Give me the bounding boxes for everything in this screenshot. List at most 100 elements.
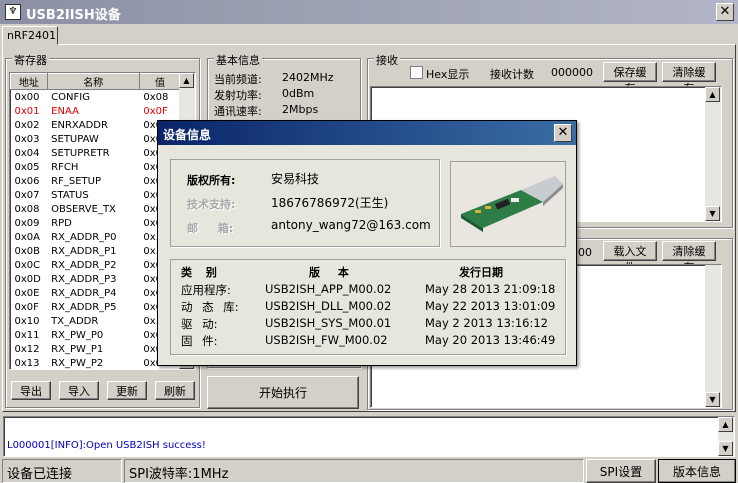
dialog-close-button[interactable]: ✕ (554, 124, 572, 142)
register-name-cell: SETUPRETR (51, 147, 110, 159)
register-value-cell: 0x08 (143, 91, 169, 103)
device-info-dialog[interactable]: 设备信息 ✕ 版权所有: 安易科技 技术支持: 18676786972(王生) … (157, 120, 577, 366)
scroll-down-arrow-icon[interactable]: ▼ (705, 206, 720, 221)
receive-group-label: 接收 (374, 52, 400, 68)
register-address-cell: 0x02 (14, 119, 40, 131)
import-button[interactable]: 导入 (59, 381, 99, 400)
rf-device-icon: ♆ (5, 4, 21, 20)
spi-settings-button[interactable]: SPI设置 (586, 459, 656, 483)
register-name-cell: ENRXADDR (51, 119, 108, 131)
register-address-cell: 0x0C (14, 259, 41, 271)
register-name-cell: RX_PW_P1 (51, 343, 104, 355)
register-name-cell: OBSERVE_TX (51, 203, 116, 215)
register-address-cell: 0x11 (14, 329, 40, 341)
column-header-name[interactable]: 名称 (46, 73, 140, 90)
table-row[interactable]: 0x13 RX_PW_P2 0x00 (11, 356, 181, 369)
send-scrollbar[interactable]: ▼ (705, 265, 721, 407)
start-execute-button[interactable]: 开始执行 (207, 376, 359, 409)
register-address-cell: 0x12 (14, 343, 40, 355)
version-value: USB2ISH_FW_M00.02 (265, 333, 388, 347)
version-category: 固 件: (181, 334, 218, 348)
hex-display-checkbox[interactable] (410, 66, 423, 79)
log-scrollbar[interactable]: ▲ ▼ (718, 417, 734, 456)
refresh-button[interactable]: 刷新 (155, 381, 195, 400)
register-address-cell: 0x0E (14, 287, 40, 299)
column-header-value[interactable]: 值 (138, 73, 182, 90)
register-address-cell: 0x10 (14, 315, 40, 327)
scroll-up-arrow-icon[interactable]: ▲ (179, 73, 194, 88)
support-value: 18676786972(王生) (271, 196, 389, 210)
register-name-cell: ENAA (51, 105, 79, 117)
send-count-value: 00 (578, 246, 592, 259)
scroll-up-arrow-icon[interactable]: ▲ (705, 87, 720, 102)
table-row[interactable]: 0x00 CONFIG 0x08 (11, 90, 181, 105)
register-name-cell: RF_SETUP (51, 175, 101, 187)
register-address-cell: 0x08 (14, 203, 40, 215)
window-title: USB2IISH设备 (26, 8, 121, 23)
log-line: L000001[INFO]:Open USB2ISH success! (7, 440, 206, 451)
register-name-cell: RX_ADDR_P3 (51, 273, 117, 285)
version-header-category: 类 别 (181, 266, 217, 279)
version-date: May 20 2013 13:46:49 (425, 333, 556, 347)
basic-info-group-label: 基本信息 (214, 52, 262, 68)
register-address-cell: 0x07 (14, 189, 40, 201)
scroll-down-arrow-icon[interactable]: ▼ (705, 392, 720, 407)
clear-send-buffer-button[interactable]: 清除缓存 (662, 241, 716, 274)
version-date: May 2 2013 13:16:12 (425, 316, 548, 330)
window-titlebar[interactable]: ♆ USB2IISH设备 ✕ (0, 0, 738, 24)
window-close-button[interactable]: ✕ (716, 3, 734, 21)
table-row[interactable]: 0x08 OBSERVE_TX 0x00 (11, 202, 181, 216)
table-row[interactable]: 0x05 RFCH 0x02 (11, 160, 181, 174)
tab-nrf2401[interactable]: nRF2401 (2, 26, 58, 45)
table-row[interactable]: 0x0FRX_ADDR_P50xC6 (11, 300, 181, 314)
table-row[interactable]: 0x0ERX_ADDR_P40xC5 (11, 286, 181, 300)
scroll-up-arrow-icon[interactable]: ▲ (718, 417, 733, 432)
register-name-cell: RX_ADDR_P5 (51, 301, 117, 313)
table-row[interactable]: 0x10 TX_ADDR 0x... (11, 314, 181, 328)
receive-scrollbar[interactable]: ▲ ▼ (705, 87, 721, 221)
email-value: antony_wang72@163.com (271, 218, 431, 232)
info-channel: 当前频道: 2402MHz (214, 71, 334, 86)
info-power: 发射功率: 0dBm (214, 87, 315, 102)
scroll-down-arrow-icon[interactable]: ▼ (718, 441, 733, 456)
register-name-cell: RX_ADDR_P1 (51, 245, 117, 257)
register-name-cell: RX_PW_P0 (51, 329, 104, 341)
dialog-title: 设备信息 (163, 128, 212, 142)
register-name-cell: RFCH (51, 161, 79, 173)
register-table: 地址 名称 值 0x00 CONFIG 0x08 0x01 ENAA 0x0F 0x02 EN… (10, 73, 182, 369)
dialog-titlebar[interactable]: 设备信息 ✕ (158, 121, 576, 145)
table-row[interactable]: 0x04 SETUPRETR 0x03 (11, 146, 181, 160)
log-output[interactable]: L000001[INFO]:Open USB2ISH success! ▲ ▼ (3, 416, 735, 457)
version-value: USB2ISH_SYS_M00.01 (265, 316, 392, 330)
table-row[interactable]: 0x03 SETUPAW 0x03 (11, 132, 181, 146)
register-address-cell: 0x06 (14, 175, 40, 187)
table-row[interactable]: 0x06 RF_SETUP 0x0F (11, 174, 181, 188)
version-value: USB2ISH_DLL_M00.02 (265, 299, 392, 313)
table-row[interactable]: 0x02 ENRXADDR 0x03 (11, 118, 181, 132)
table-row[interactable]: 0x0CRX_ADDR_P20xC3 (11, 258, 181, 272)
table-row[interactable]: 0x12 RX_PW_P1 0x00 (11, 342, 181, 356)
table-row[interactable]: 0x0B RX_ADDR_P1 0x... (11, 244, 181, 258)
column-header-address[interactable]: 地址 (10, 73, 48, 90)
clear-receive-buffer-button[interactable]: 清除缓存 (662, 62, 716, 95)
register-address-cell: 0x05 (14, 161, 40, 173)
version-header-date: 发行日期 (459, 266, 503, 279)
table-row[interactable]: 0x09 RPD 0x00 (11, 216, 181, 230)
table-row[interactable]: 0x07 STATUS 0x0E (11, 188, 181, 202)
update-button[interactable]: 更新 (107, 381, 147, 400)
table-row[interactable]: 0x01 ENAA 0x0F (11, 104, 181, 118)
table-row[interactable]: 0x0DRX_ADDR_P30xC4 (11, 272, 181, 286)
register-name-cell: RX_ADDR_P4 (51, 287, 117, 299)
table-row[interactable]: 0x0A RX_ADDR_P0 0x... (11, 230, 181, 244)
usb-device-photo (450, 161, 566, 247)
export-button[interactable]: 导出 (11, 381, 51, 400)
table-row[interactable]: 0x11 RX_PW_P0 0x00 (11, 328, 181, 342)
version-category: 应用程序: (181, 283, 231, 297)
load-file-button[interactable]: 载入文件 (603, 241, 657, 274)
version-date: May 28 2013 21:09:18 (425, 282, 556, 296)
register-address-cell: 0x04 (14, 147, 40, 159)
register-name-cell: CONFIG (51, 91, 90, 103)
register-address-cell: 0x0F (14, 301, 39, 313)
save-buffer-button[interactable]: 保存缓存 (603, 62, 657, 95)
version-info-button[interactable]: 版本信息 (658, 459, 736, 483)
